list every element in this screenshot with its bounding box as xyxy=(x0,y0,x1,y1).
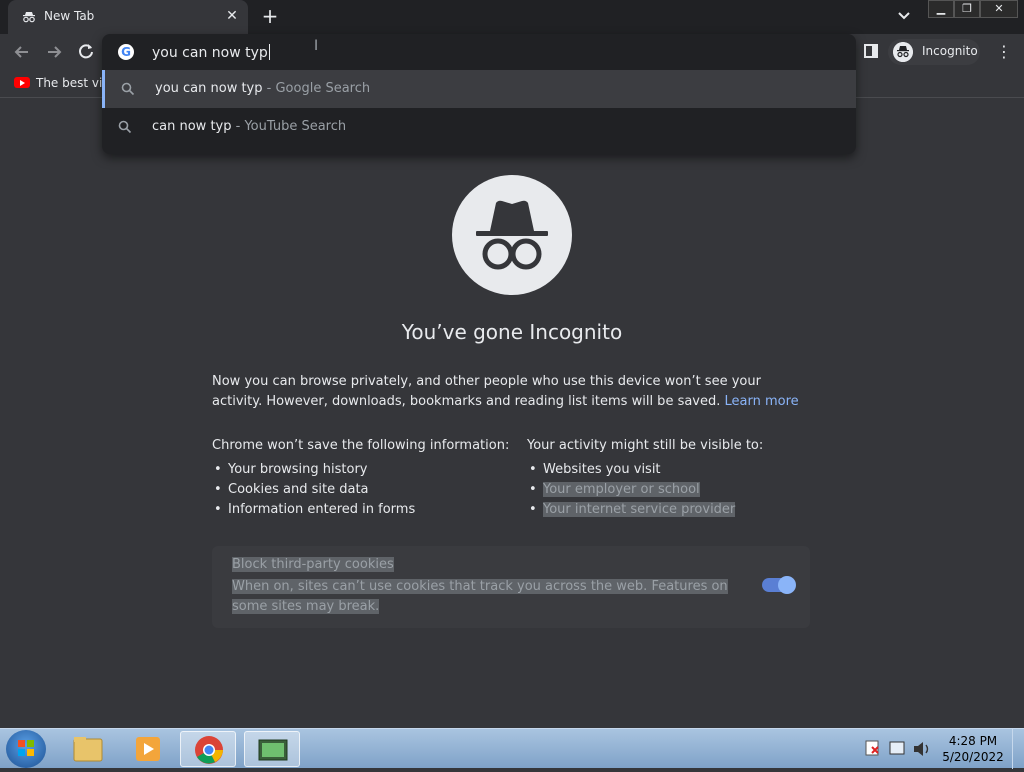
toggle-knob xyxy=(778,576,796,594)
restore-button[interactable]: ❐ xyxy=(954,0,980,18)
cookies-title: Block third-party cookies xyxy=(232,557,394,572)
suggestion-query: you can now typ xyxy=(155,81,263,96)
block-cookies-toggle[interactable] xyxy=(762,576,796,594)
reload-icon[interactable] xyxy=(76,42,96,62)
show-desktop-button[interactable] xyxy=(1012,729,1024,769)
intro-text: Now you can browse privately, and other … xyxy=(212,372,812,412)
system-clock[interactable]: 4:28 PM 5/20/2022 xyxy=(940,733,1006,765)
list-item: Information entered in forms xyxy=(212,500,512,520)
incognito-illustration xyxy=(452,175,572,295)
youtube-icon xyxy=(14,77,30,88)
clock-time: 4:28 PM xyxy=(948,734,998,748)
minimize-button[interactable]: ▁ xyxy=(928,0,954,18)
chrome-icon xyxy=(195,736,223,764)
bookmark-youtube[interactable]: The best vid xyxy=(14,76,110,90)
cookies-description: When on, sites can’t use cookies that tr… xyxy=(232,579,728,614)
tray-icons xyxy=(865,740,929,756)
tab-title: New Tab xyxy=(44,9,95,23)
media-player-icon xyxy=(136,737,160,761)
suggestion-google[interactable]: you can now typ - Google Search xyxy=(102,70,856,108)
still-visible-column: Your activity might still be visible to:… xyxy=(527,436,827,520)
clock-date: 5/20/2022 xyxy=(942,750,1004,764)
taskbar-explorer[interactable] xyxy=(60,731,116,767)
list-item-text: Your internet service provider xyxy=(543,502,736,517)
not-saved-column: Chrome won’t save the following informat… xyxy=(212,436,512,520)
taskbar-chrome[interactable] xyxy=(180,731,236,767)
profile-label: Incognito xyxy=(922,44,978,58)
third-party-cookies-card: Block third-party cookies When on, sites… xyxy=(212,546,810,628)
forward-arrow-icon[interactable] xyxy=(44,42,64,62)
taskbar-media-player[interactable] xyxy=(120,731,176,767)
search-icon xyxy=(121,82,135,96)
tab-strip: New Tab ✕ + ▁ ❐ ✕ xyxy=(0,0,1024,34)
list-item: Your browsing history xyxy=(212,460,512,480)
new-tab-button[interactable]: + xyxy=(260,6,280,26)
learn-more-link[interactable]: Learn more xyxy=(725,394,799,409)
network-icon xyxy=(889,741,905,755)
windows-logo-icon xyxy=(18,740,34,756)
google-icon: G xyxy=(118,44,134,60)
suggestion-query: can now typ xyxy=(152,119,232,134)
not-saved-title: Chrome won’t save the following informat… xyxy=(212,438,510,453)
search-icon xyxy=(118,120,132,134)
app-window-icon xyxy=(258,739,288,761)
address-bar-value: you can now typ xyxy=(152,45,268,61)
list-item-text: Your employer or school xyxy=(543,482,700,497)
address-bar-text[interactable]: you can now typ xyxy=(152,44,270,61)
omnibox-dropdown: G you can now typ you can now typ - Goog… xyxy=(102,34,856,154)
incognito-icon-large xyxy=(476,200,548,270)
folder-icon xyxy=(73,737,103,762)
back-arrow-icon[interactable] xyxy=(12,42,32,62)
still-visible-title: Your activity might still be visible to: xyxy=(527,438,764,453)
text-caret xyxy=(268,44,270,60)
taskbar: 4:28 PM 5/20/2022 xyxy=(0,728,1024,769)
incognito-avatar-icon xyxy=(893,42,913,62)
page-title: You’ve gone Incognito xyxy=(401,320,623,344)
close-icon[interactable]: ✕ xyxy=(224,8,240,24)
suggestion-source: - YouTube Search xyxy=(231,119,347,134)
intro-body: Now you can browse privately, and other … xyxy=(212,374,761,409)
incognito-profile-button[interactable]: Incognito xyxy=(888,39,980,65)
list-item: Cookies and site data xyxy=(212,480,512,500)
side-panel-icon[interactable] xyxy=(864,44,878,58)
tab-new-tab[interactable]: New Tab ✕ xyxy=(8,0,248,34)
list-item: Your internet service provider xyxy=(527,500,827,520)
kebab-menu-icon[interactable]: ⋮ xyxy=(996,42,1012,62)
chevron-down-icon[interactable] xyxy=(896,8,912,24)
suggestion-youtube[interactable]: can now typ - YouTube Search xyxy=(102,108,856,146)
volume-icon xyxy=(914,742,923,756)
address-bar[interactable]: G you can now typ xyxy=(102,34,856,70)
taskbar-app[interactable] xyxy=(244,731,300,767)
system-tray xyxy=(862,737,942,761)
list-item: Your employer or school xyxy=(527,480,827,500)
bookmark-label: The best vid xyxy=(36,76,110,90)
window-close-button[interactable]: ✕ xyxy=(980,0,1018,18)
list-item: Websites you visit xyxy=(527,460,827,480)
start-button[interactable] xyxy=(6,730,46,768)
suggestion-source: - Google Search xyxy=(262,81,371,96)
incognito-icon xyxy=(23,12,35,23)
list-item-text: Websites you visit xyxy=(543,462,661,477)
text-cursor-icon: I xyxy=(314,38,319,54)
